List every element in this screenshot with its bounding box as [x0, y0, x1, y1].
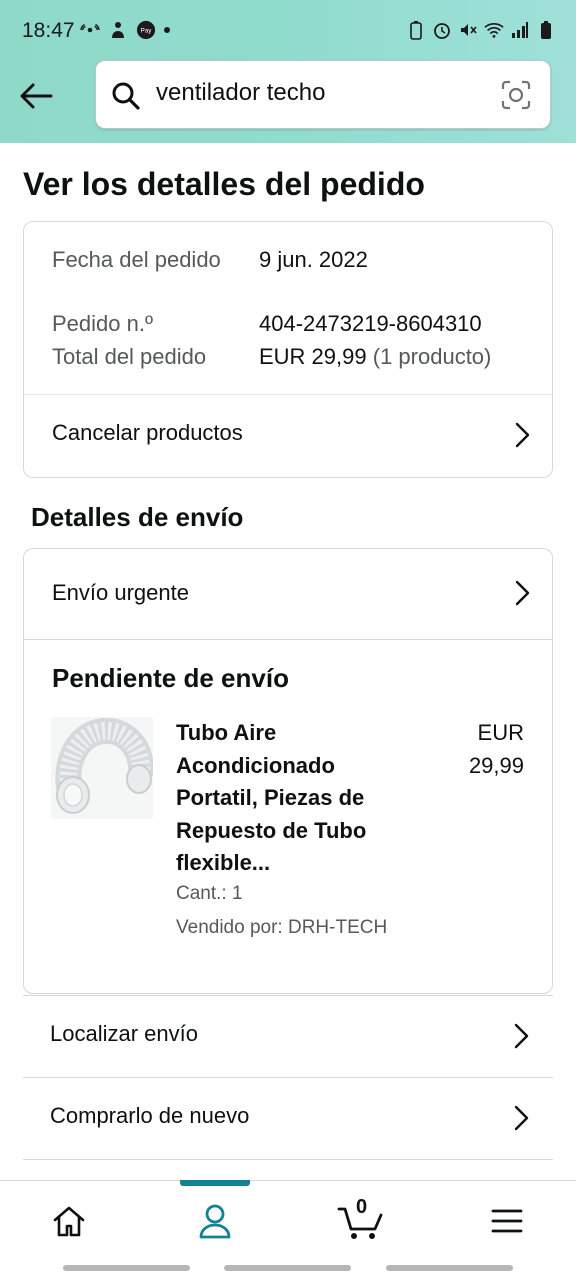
- battery-icon: [536, 20, 556, 40]
- cancel-products-row[interactable]: Cancelar productos: [24, 395, 552, 477]
- order-date-value: 9 jun. 2022: [259, 247, 368, 272]
- gesture-bar-left: [63, 1265, 190, 1271]
- order-date-label: Fecha del pedido: [52, 247, 221, 272]
- order-number-value: 404-2473219-8604310: [259, 311, 482, 336]
- buy-again-label: Comprarlo de nuevo: [50, 1103, 250, 1128]
- chevron-right-icon: [515, 422, 530, 448]
- nav-account[interactable]: [193, 1199, 237, 1243]
- order-total: EUR 29,99 (1 producto): [259, 341, 491, 373]
- account-icon: [199, 1204, 231, 1239]
- track-shipment-row[interactable]: Localizar envío: [23, 995, 553, 1077]
- back-button[interactable]: [16, 76, 56, 116]
- shipping-section-title: Detalles de envío: [31, 502, 244, 532]
- menu-icon: [491, 1209, 523, 1233]
- status-bar: 18:47 Pay: [0, 0, 576, 62]
- flexible-duct-image: [51, 717, 153, 819]
- nav-active-indicator: [180, 1180, 250, 1186]
- product-price: EUR 29,99: [469, 717, 524, 782]
- mute-icon: [458, 20, 478, 40]
- back-arrow-icon: [20, 83, 53, 109]
- home-icon: [53, 1206, 85, 1237]
- notification-dot-icon: [164, 27, 170, 33]
- order-total-count: (1 producto): [372, 344, 492, 369]
- page-title: Ver los detalles del pedido: [23, 166, 425, 202]
- chevron-right-icon: [514, 1105, 529, 1131]
- product-title-link[interactable]: Tubo Aire Acondicionado Portatil, Piezas…: [176, 717, 401, 880]
- search-box[interactable]: ventilador techo: [95, 60, 551, 129]
- gesture-bar-center: [224, 1265, 351, 1271]
- chevron-right-icon: [514, 1023, 529, 1049]
- order-total-label: Total del pedido: [52, 344, 207, 369]
- order-summary-card: Fecha del pedido 9 jun. 2022 Pedido n.º …: [23, 221, 553, 478]
- bottom-nav: [0, 1180, 576, 1258]
- shipping-card: Envío urgente Pendiente de envío Tubo Ai…: [23, 548, 553, 994]
- header: 18:47 Pay ventilador techo: [0, 0, 576, 143]
- nav-menu[interactable]: [485, 1199, 529, 1243]
- search-input[interactable]: ventilador techo: [156, 79, 325, 107]
- product-seller: Vendido por: DRH-TECH: [176, 917, 388, 938]
- shipping-method-row[interactable]: Envío urgente: [24, 549, 552, 639]
- cart-count-badge: 0: [356, 1196, 368, 1218]
- shipping-method-label: Envío urgente: [52, 580, 189, 605]
- track-shipment-label: Localizar envío: [50, 1021, 198, 1046]
- battery-saver-icon: [406, 20, 426, 40]
- gesture-bar-right: [386, 1265, 513, 1271]
- camera-search-icon[interactable]: [500, 79, 532, 111]
- buy-again-row[interactable]: Comprarlo de nuevo: [23, 1077, 553, 1159]
- status-right-icons: [406, 20, 556, 40]
- shipment-status-title: Pendiente de envío: [52, 663, 289, 693]
- signal-icon: [510, 20, 530, 40]
- nav-home[interactable]: [47, 1199, 91, 1243]
- status-left-icons: Pay: [80, 20, 170, 40]
- cancel-products-label: Cancelar productos: [52, 420, 243, 445]
- status-time: 18:47: [22, 19, 75, 42]
- product-quantity: Cant.: 1: [176, 883, 243, 904]
- order-total-value: EUR 29,99: [259, 344, 367, 369]
- usb-tethering-icon: [108, 20, 128, 40]
- alarm-icon: [432, 20, 452, 40]
- chevron-right-icon: [515, 580, 530, 606]
- price-value: 29,99: [468, 752, 524, 778]
- wifi-calling-icon: [80, 20, 100, 40]
- divider: [24, 639, 552, 640]
- product-image[interactable]: [51, 717, 153, 819]
- search-icon[interactable]: [110, 80, 142, 112]
- pay-icon: Pay: [136, 20, 156, 40]
- price-currency: EUR: [477, 720, 524, 745]
- order-number-label: Pedido n.º: [52, 311, 153, 336]
- divider: [23, 1159, 553, 1160]
- wifi-icon: [484, 20, 504, 40]
- svg-text:Pay: Pay: [141, 28, 153, 35]
